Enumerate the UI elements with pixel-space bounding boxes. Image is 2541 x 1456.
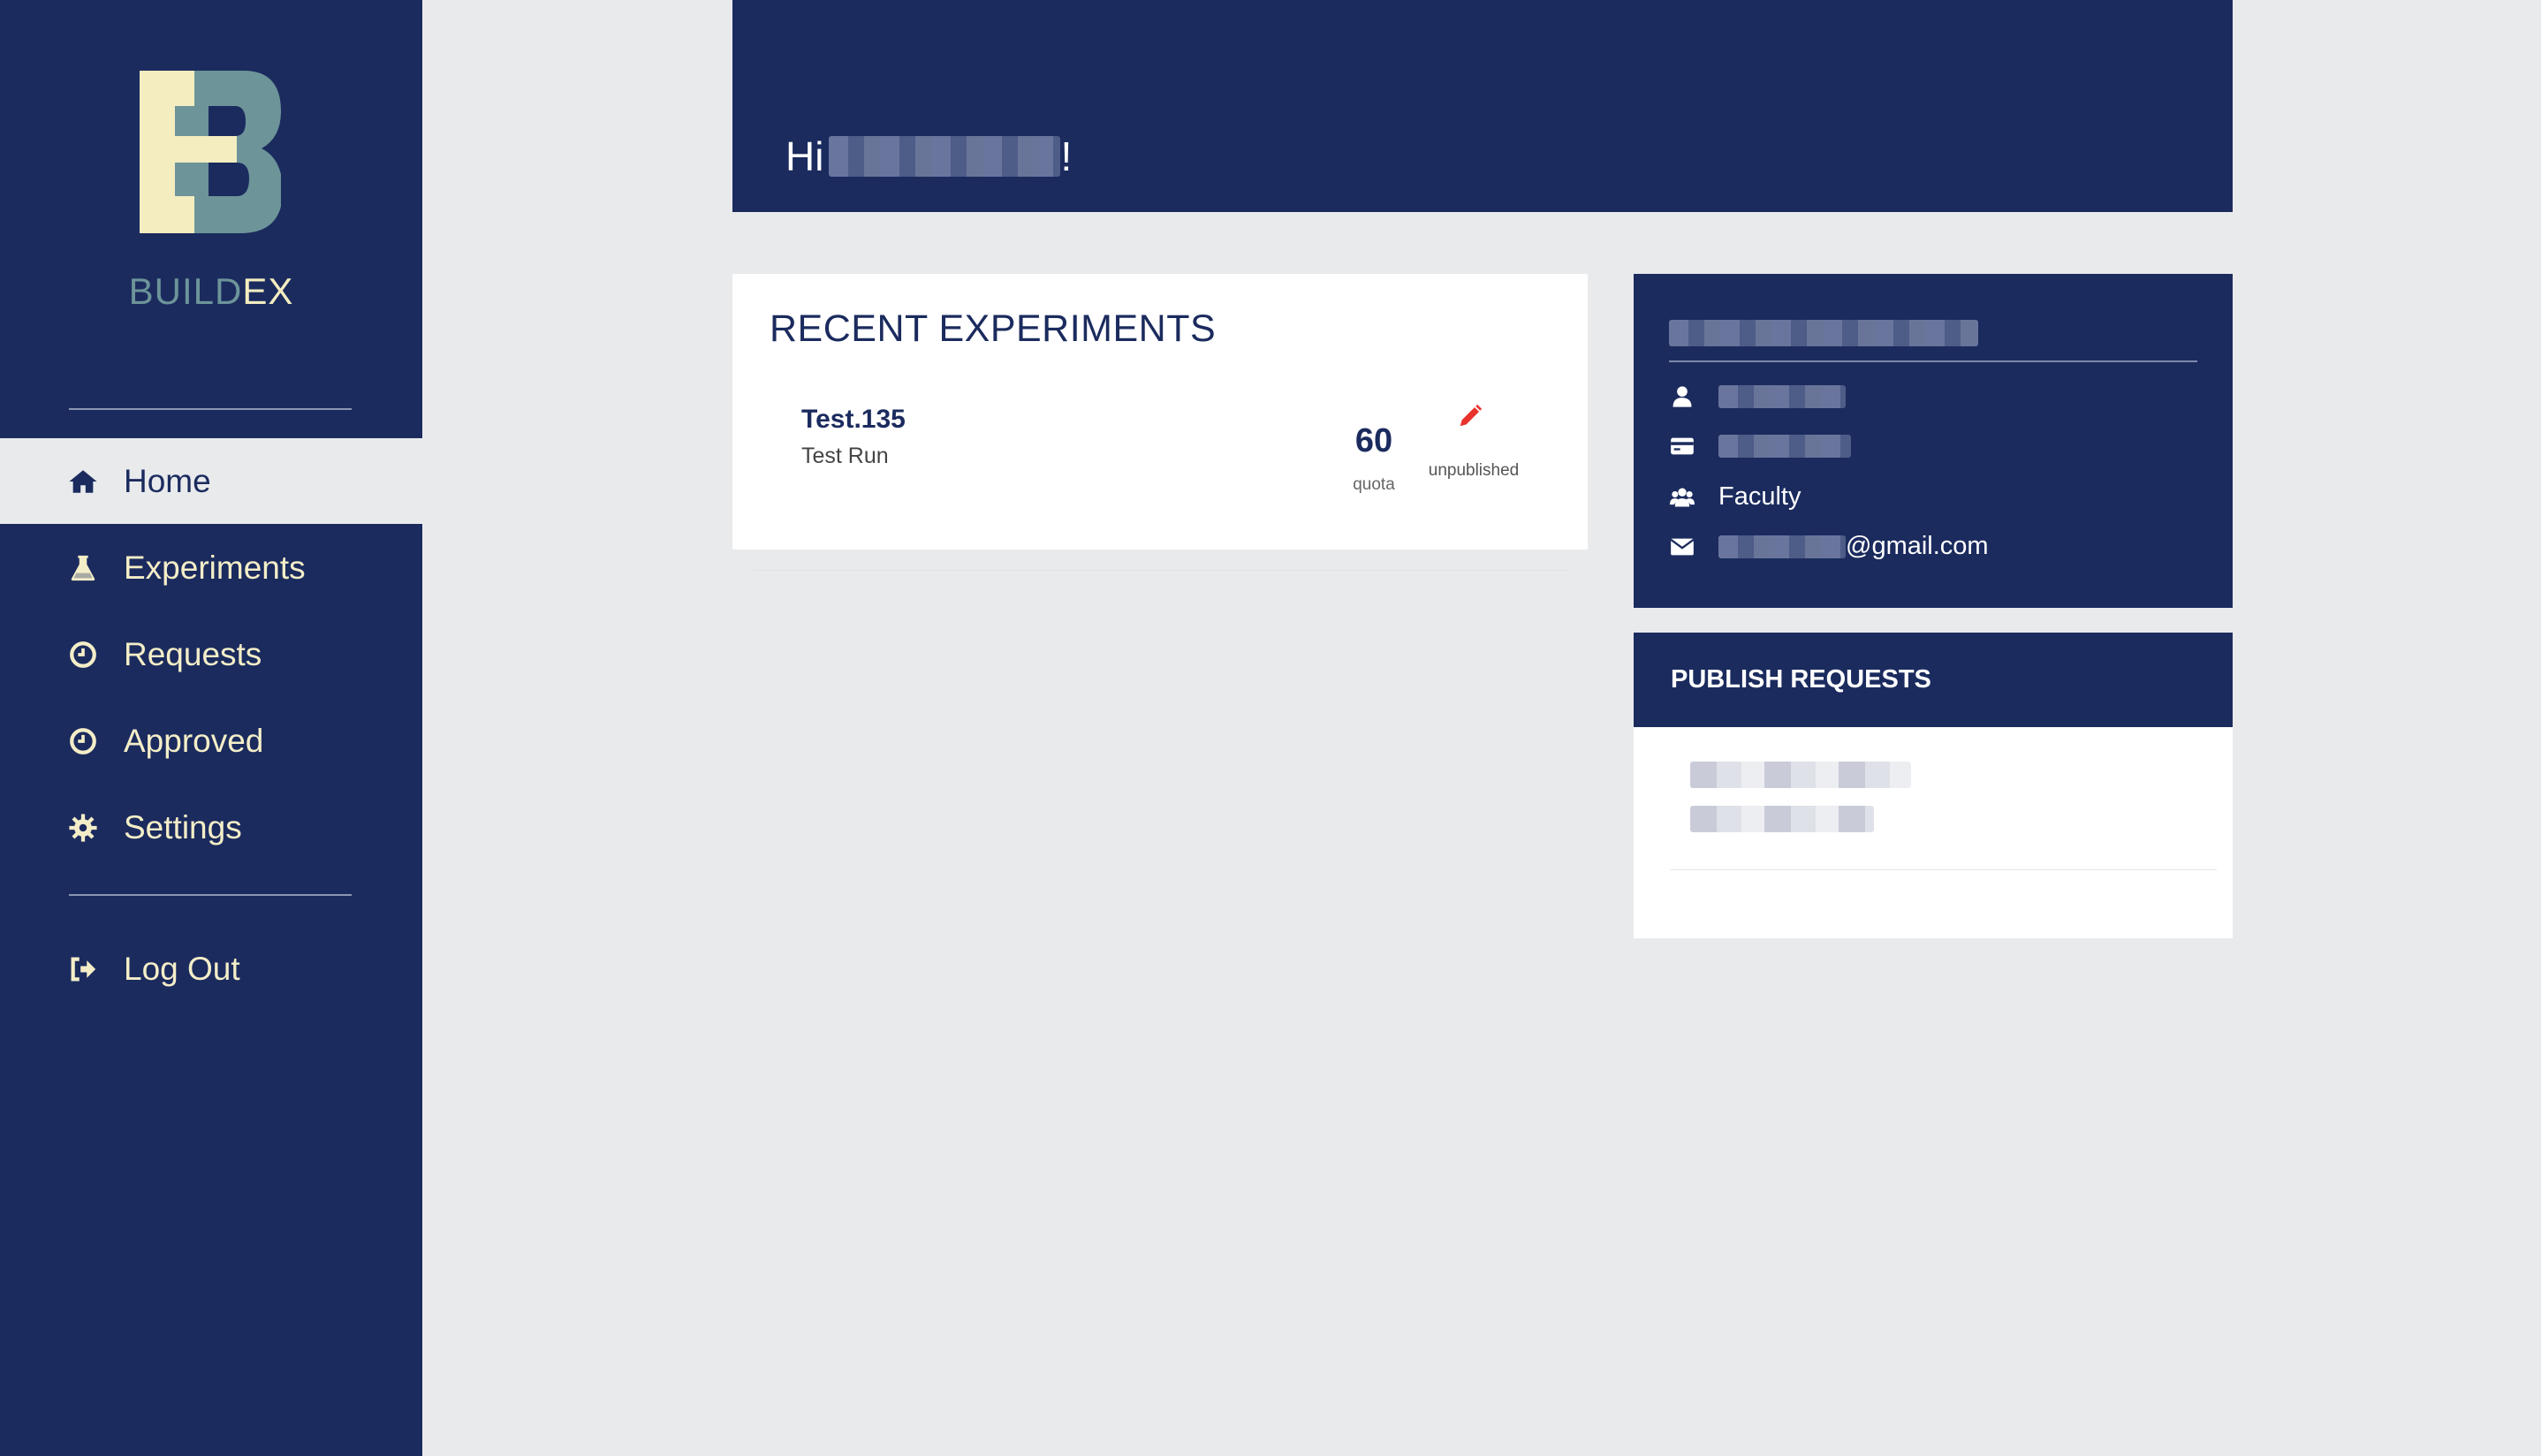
sidebar: BUILDEX Home Experiments Requests Approv… <box>0 0 422 1456</box>
sidebar-item-approved[interactable]: Approved <box>0 698 422 784</box>
redacted-user-name <box>829 136 1061 177</box>
profile-id-row <box>1669 433 1851 459</box>
recent-divider <box>753 570 1569 571</box>
sidebar-item-home[interactable]: Home <box>0 438 422 524</box>
pencil-icon[interactable] <box>1457 403 1483 429</box>
user-icon <box>1669 383 1695 410</box>
buildex-logo <box>140 67 283 235</box>
profile-email-row: @gmail.com <box>1669 532 1989 561</box>
logout-label: Log Out <box>124 950 240 987</box>
publish-requests-title: PUBLISH REQUESTS <box>1634 633 2233 727</box>
greeting-suffix: ! <box>1060 133 1073 179</box>
brand-part-ex: EX <box>242 270 294 312</box>
sidebar-item-experiments[interactable]: Experiments <box>0 525 422 610</box>
experiment-quota-value: 60 <box>1354 422 1393 459</box>
sidebar-divider-bottom <box>69 894 352 896</box>
recent-experiments-title: RECENT EXPERIMENTS <box>770 307 1217 350</box>
brand-part-build: BUILD <box>128 270 243 312</box>
sidebar-item-label: Requests <box>124 635 262 672</box>
greeting-prefix: Hi <box>785 133 824 179</box>
redacted-email-user <box>1718 535 1846 558</box>
logout-button[interactable]: Log Out <box>0 926 422 1012</box>
greeting: Hi ! <box>785 133 1072 180</box>
clock-icon <box>67 639 99 671</box>
recent-experiments-card: RECENT EXPERIMENTS Test.135 Test Run 60 … <box>732 274 1588 550</box>
profile-divider <box>1669 360 2197 362</box>
sidebar-item-label: Home <box>124 462 211 499</box>
profile-email-domain: @gmail.com <box>1846 532 1989 560</box>
home-icon <box>67 466 99 497</box>
redacted-id-number <box>1718 435 1851 458</box>
redacted-full-name <box>1669 320 1978 346</box>
sidebar-item-requests[interactable]: Requests <box>0 611 422 697</box>
sidebar-item-label: Approved <box>124 722 264 759</box>
profile-username-row <box>1669 383 1846 410</box>
sidebar-item-label: Experiments <box>124 549 306 586</box>
users-icon <box>1669 484 1695 511</box>
profile-role: Faculty <box>1718 482 1801 511</box>
redacted-username <box>1718 385 1846 408</box>
redacted-request-subtitle <box>1690 806 1874 832</box>
experiment-status: unpublished <box>1428 461 1520 480</box>
welcome-header: Hi ! <box>732 0 2233 212</box>
redacted-request-title[interactable] <box>1690 762 1911 788</box>
flask-icon <box>67 552 99 584</box>
sidebar-item-label: Settings <box>124 808 242 846</box>
profile-role-row: Faculty <box>1669 482 1801 512</box>
sign-out-icon <box>67 953 99 985</box>
publish-requests-card: PUBLISH REQUESTS <box>1634 633 2233 938</box>
clock-icon <box>67 725 99 757</box>
experiment-quota-label: quota <box>1353 475 1395 494</box>
experiment-subtitle: Test Run <box>801 444 889 468</box>
id-card-icon <box>1669 433 1695 459</box>
gear-icon <box>67 812 99 844</box>
experiment-name[interactable]: Test.135 <box>801 405 906 435</box>
publish-divider <box>1671 869 2217 870</box>
envelope-icon <box>1669 534 1695 560</box>
profile-card: Faculty @gmail.com <box>1634 274 2233 608</box>
sidebar-divider-top <box>69 408 352 410</box>
brand-name: BUILDEX <box>0 270 422 313</box>
sidebar-item-settings[interactable]: Settings <box>0 785 422 870</box>
